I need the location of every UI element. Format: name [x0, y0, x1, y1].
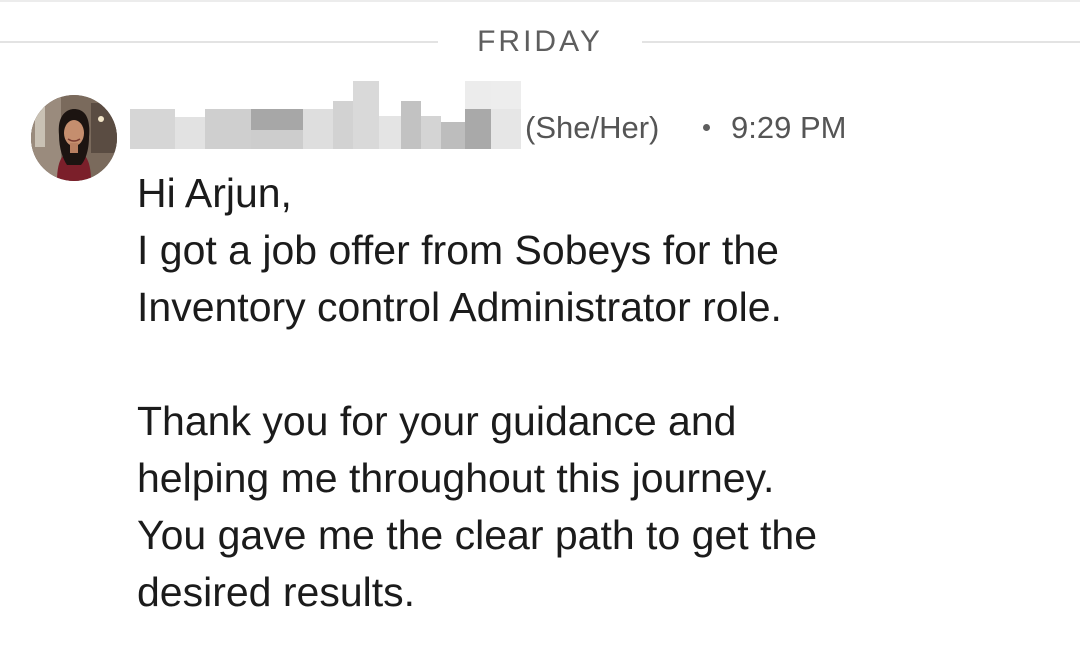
- message-line: Thank you for your guidance and: [137, 398, 737, 444]
- message-line: I got a job offer from Sobeys for the: [137, 227, 779, 273]
- message-body[interactable]: Hi Arjun, I got a job offer from Sobeys …: [137, 165, 1037, 621]
- message-line: desired results.: [137, 569, 416, 615]
- divider-line-left: [0, 41, 438, 43]
- day-divider: FRIDAY: [0, 22, 1080, 62]
- sender-avatar[interactable]: [31, 95, 117, 181]
- profile-photo-icon: [31, 95, 117, 181]
- message-thread: FRIDAY (She/Her) 9:29 PM Hi Arjun, I got…: [0, 0, 1080, 646]
- sender-header: (She/Her) 9:29 PM: [127, 80, 1067, 160]
- separator-dot: [703, 124, 710, 131]
- message-line: Inventory control Administrator role.: [137, 284, 782, 330]
- message-line: Hi Arjun,: [137, 170, 292, 216]
- message-line: helping me throughout this journey.: [137, 455, 775, 501]
- message-timestamp: 9:29 PM: [731, 110, 847, 145]
- divider-line-right: [642, 41, 1080, 43]
- sender-pronouns: (She/Her): [525, 110, 660, 145]
- message-line: You gave me the clear path to get the: [137, 512, 818, 558]
- redacted-sender-name[interactable]: [127, 80, 522, 154]
- top-divider: [0, 0, 1080, 2]
- day-label: FRIDAY: [477, 25, 603, 58]
